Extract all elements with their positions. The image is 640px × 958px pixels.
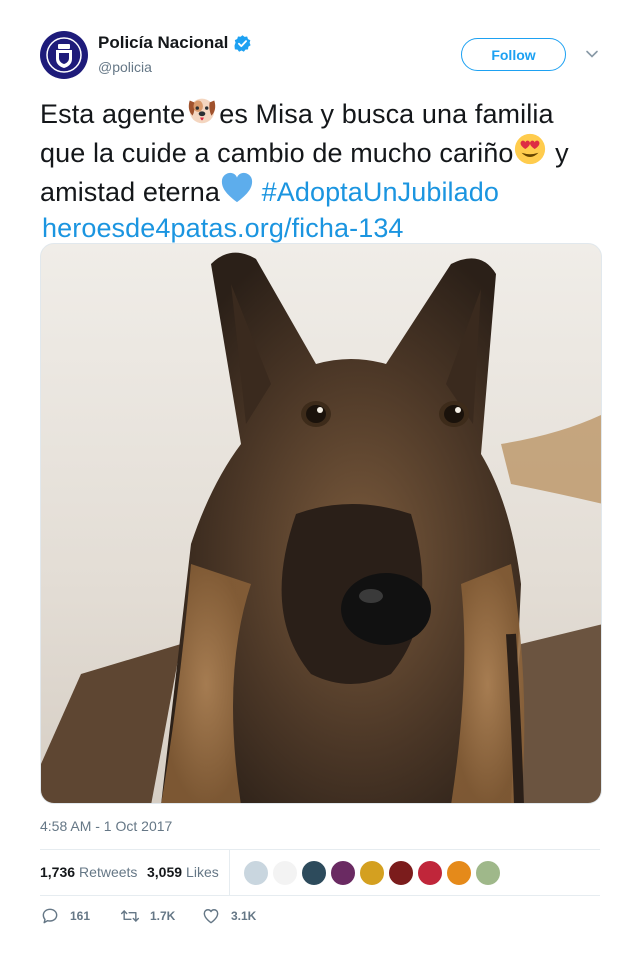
tweet-line-2: que la cuide a cambio de mucho cariño y: [40, 132, 600, 171]
chevron-down-icon[interactable]: [585, 47, 599, 61]
retweets-label: Retweets: [79, 864, 138, 880]
tweet-actions: 161 1.7K 3.1K: [40, 906, 600, 930]
liker-avatar[interactable]: [417, 860, 443, 886]
retweet-icon: [120, 910, 140, 922]
avatar[interactable]: [40, 31, 88, 79]
tweet-text-segment: y: [547, 138, 569, 168]
like-count: 3.1K: [231, 909, 257, 923]
police-badge-icon: [46, 37, 82, 73]
liker-avatar[interactable]: [301, 860, 327, 886]
heart-icon: [203, 909, 219, 924]
tweet-text-segment: amistad eterna: [40, 177, 220, 207]
reply-count: 161: [70, 909, 91, 923]
tweet-text-segment: Esta agente: [40, 99, 186, 129]
likes-count: 3,059: [147, 864, 183, 880]
liker-avatar[interactable]: [359, 860, 385, 886]
heart-eyes-emoji-icon: [515, 133, 546, 165]
liker-avatar[interactable]: [446, 860, 472, 886]
liker-avatar[interactable]: [330, 860, 356, 886]
retweet-count: 1.7K: [150, 909, 176, 923]
author-handle[interactable]: @policia: [98, 58, 252, 76]
tweet-stats: 1,736 Retweets 3,059 Likes: [40, 849, 600, 896]
tweet-timestamp[interactable]: 4:58 AM - 1 Oct 2017: [40, 818, 172, 834]
stats-divider: [229, 850, 230, 896]
author-name-text[interactable]: Policía Nacional: [98, 33, 228, 53]
follow-button[interactable]: Follow: [461, 38, 566, 71]
hashtag-link[interactable]: #AdoptaUnJubilado: [262, 177, 499, 207]
external-link[interactable]: heroesde4patas.org/ficha-134: [42, 210, 600, 246]
dog-face-emoji-icon: [188, 98, 216, 124]
like-button[interactable]: 3.1K: [201, 906, 256, 926]
liker-avatar[interactable]: [272, 860, 298, 886]
retweets-count: 1,736: [40, 864, 76, 880]
retweets-stat[interactable]: 1,736 Retweets: [40, 864, 137, 880]
liker-avatar[interactable]: [475, 860, 501, 886]
tweet-line-3: amistad eterna #AdoptaUnJubilado: [40, 171, 600, 210]
tweet-photo[interactable]: [40, 243, 602, 804]
retweet-button[interactable]: 1.7K: [120, 906, 175, 926]
tweet-text: Esta agente es Misa y busca una familia …: [40, 93, 600, 246]
likes-label: Likes: [186, 864, 219, 880]
reply-button[interactable]: 161: [40, 906, 90, 926]
author-block: Policía Nacional @policia: [98, 33, 252, 76]
tweet-line-1: Esta agente es Misa y busca una familia: [40, 93, 600, 132]
likes-stat[interactable]: 3,059 Likes: [147, 864, 219, 880]
tweet-header: Policía Nacional @policia Follow: [40, 31, 600, 81]
liker-avatar[interactable]: [243, 860, 269, 886]
liker-avatar[interactable]: [388, 860, 414, 886]
tweet-text-segment: es Misa y busca una familia: [219, 99, 554, 129]
blue-heart-emoji-icon: [221, 172, 253, 203]
verified-badge-icon: [234, 34, 251, 52]
tweet-text-segment: que la cuide a cambio de mucho cariño: [40, 138, 514, 168]
reply-icon: [42, 908, 58, 924]
dog-photo-image: [41, 244, 601, 803]
author-display-name[interactable]: Policía Nacional: [98, 33, 252, 53]
